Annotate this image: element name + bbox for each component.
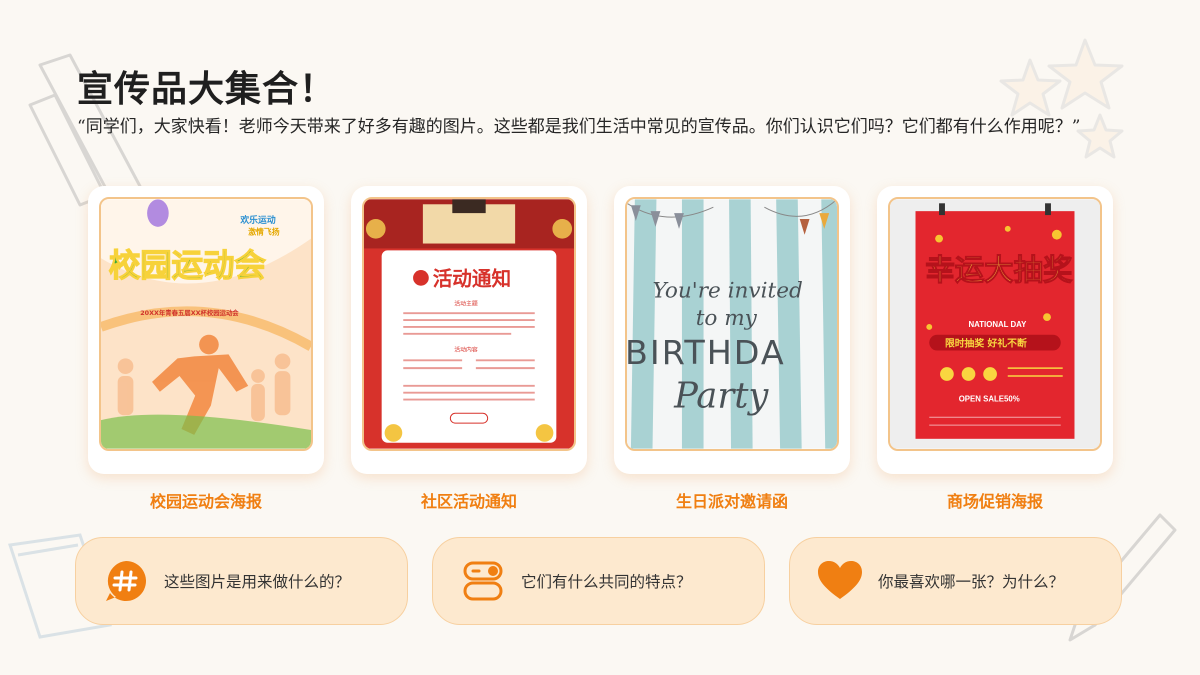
poster-gallery: 欢乐运动 激情飞扬 校园运动会 20XX年青春五届XX杯校园运动会 校园运动会海… bbox=[88, 186, 1118, 516]
promotion-poster-sale: OPEN SALE50% bbox=[959, 395, 1020, 404]
promotion-poster-headline: 幸运大抽奖 bbox=[925, 253, 1073, 287]
page-title: 宣传品大集合！ bbox=[77, 68, 337, 110]
birthday-invitation-party: Party bbox=[673, 375, 769, 416]
card-frame: 幸运大抽奖 NATIONAL DAY 限时抽奖 好礼不断 OPEN SALE50… bbox=[877, 186, 1113, 474]
sports-poster-image[interactable]: 欢乐运动 激情飞扬 校园运动会 20XX年青春五届XX杯校园运动会 bbox=[99, 197, 313, 451]
question-text: 你最喜欢哪一张？为什么？ bbox=[878, 573, 1065, 591]
sports-poster-graphic: 欢乐运动 激情飞扬 校园运动会 20XX年青春五届XX杯校园运动会 bbox=[101, 199, 311, 449]
birthday-invitation-line-2: to my bbox=[696, 306, 758, 331]
promotion-poster-slogan: 限时抽奖 好礼不断 bbox=[945, 337, 1027, 350]
question-card-favorite[interactable]: 你最喜欢哪一张？为什么？ bbox=[789, 537, 1122, 625]
question-text: 它们有什么共同的特点？ bbox=[521, 573, 692, 591]
notice-poster-section-1: 活动主题 bbox=[454, 299, 478, 307]
star-doodle-icon bbox=[999, 38, 1124, 159]
card-frame: You're invited to my BIRTHDA Party bbox=[614, 186, 850, 474]
birthday-invitation-line-1: You're invited bbox=[653, 279, 803, 304]
poster-card-notice[interactable]: 活动通知 活动主题 活动内容 社区活动通知 bbox=[351, 186, 587, 512]
birthday-invitation-graphic: You're invited to my BIRTHDA Party bbox=[627, 199, 837, 449]
promotion-poster-graphic: 幸运大抽奖 NATIONAL DAY 限时抽奖 好礼不断 OPEN SALE50… bbox=[890, 199, 1100, 449]
toggle-icon bbox=[463, 561, 503, 601]
card-frame: 欢乐运动 激情飞扬 校园运动会 20XX年青春五届XX杯校园运动会 bbox=[88, 186, 324, 474]
sports-poster-headline: 校园运动会 bbox=[109, 248, 267, 284]
notice-poster-image[interactable]: 活动通知 活动主题 活动内容 bbox=[362, 197, 576, 451]
birthday-invitation-headline: BIRTHDA bbox=[627, 333, 786, 372]
poster-card-sports[interactable]: 欢乐运动 激情飞扬 校园运动会 20XX年青春五届XX杯校园运动会 校园运动会海… bbox=[88, 186, 324, 512]
poster-card-promotion[interactable]: 幸运大抽奖 NATIONAL DAY 限时抽奖 好礼不断 OPEN SALE50… bbox=[877, 186, 1113, 512]
birthday-invitation-image[interactable]: You're invited to my BIRTHDA Party bbox=[625, 197, 839, 451]
notice-poster-graphic: 活动通知 活动主题 活动内容 bbox=[364, 199, 574, 449]
card-caption: 商场促销海报 bbox=[946, 492, 1043, 511]
notice-poster-section-2: 活动内容 bbox=[454, 345, 478, 353]
question-text: 这些图片是用来做什么的？ bbox=[164, 573, 351, 591]
sports-poster-tagline: 欢乐运动 bbox=[239, 214, 275, 225]
question-card-features[interactable]: 它们有什么共同的特点？ bbox=[432, 537, 765, 625]
question-card-purpose[interactable]: 这些图片是用来做什么的？ bbox=[75, 537, 408, 625]
sports-poster-tagline-2: 激情飞扬 bbox=[248, 227, 280, 237]
card-caption: 社区活动通知 bbox=[420, 492, 517, 511]
hash-icon bbox=[106, 561, 146, 601]
poster-card-birthday[interactable]: You're invited to my BIRTHDA Party 生日派对邀… bbox=[614, 186, 850, 512]
notice-poster-headline: 活动通知 bbox=[433, 268, 511, 291]
card-frame: 活动通知 活动主题 活动内容 bbox=[351, 186, 587, 474]
promotion-poster-subtitle: NATIONAL DAY bbox=[969, 320, 1028, 329]
card-caption: 生日派对邀请函 bbox=[675, 492, 788, 511]
sports-poster-subtitle: 20XX年青春五届XX杯校园运动会 bbox=[140, 308, 239, 317]
card-caption: 校园运动会海报 bbox=[149, 492, 262, 511]
intro-paragraph: “同学们，大家快看！老师今天带来了好多有趣的图片。这些都是我们生活中常见的宣传品… bbox=[77, 117, 1081, 137]
heart-icon bbox=[818, 561, 862, 599]
promotion-poster-image[interactable]: 幸运大抽奖 NATIONAL DAY 限时抽奖 好礼不断 OPEN SALE50… bbox=[888, 197, 1102, 451]
discussion-questions: 这些图片是用来做什么的？ 它们有什么共同的特点？ 你最喜欢哪一张？为什么？ bbox=[75, 537, 1125, 627]
